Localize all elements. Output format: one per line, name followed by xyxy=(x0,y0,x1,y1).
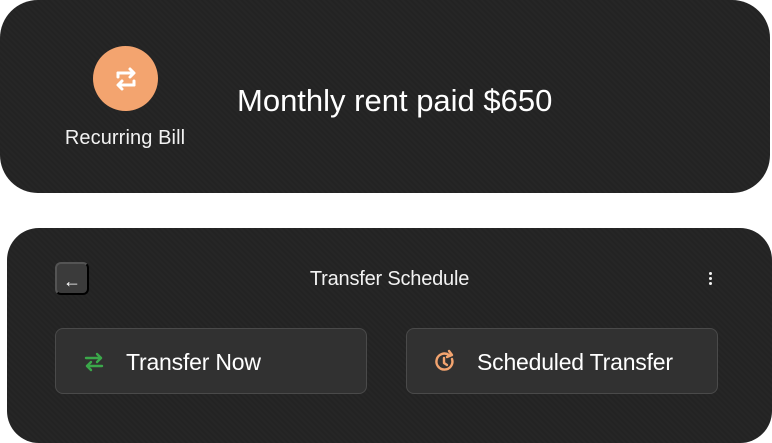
transfer-now-label: Transfer Now xyxy=(126,349,261,375)
recurring-bill-card: Recurring Bill Monthly rent paid $650 xyxy=(0,0,770,193)
scheduled-transfer-label: Scheduled Transfer xyxy=(477,349,673,375)
screen-title: Transfer Schedule xyxy=(309,268,470,290)
rent-paid-message: Monthly rent paid $650 xyxy=(237,83,553,118)
more-dot xyxy=(708,271,712,275)
transfer-arrows-icon xyxy=(84,352,104,372)
transfer-schedule-card: ← Transfer Schedule Transfer Now Schedul… xyxy=(7,228,772,443)
transfer-now-button[interactable]: Transfer Now xyxy=(55,328,367,394)
more-dot xyxy=(708,276,712,280)
clock-rotate-icon xyxy=(435,349,454,371)
recurring-bill-label: Recurring Bill xyxy=(64,127,186,149)
repeat-icon xyxy=(93,46,158,111)
more-dot xyxy=(708,281,712,285)
scheduled-transfer-button[interactable]: Scheduled Transfer xyxy=(406,328,718,394)
more-vertical-icon[interactable] xyxy=(702,269,718,287)
